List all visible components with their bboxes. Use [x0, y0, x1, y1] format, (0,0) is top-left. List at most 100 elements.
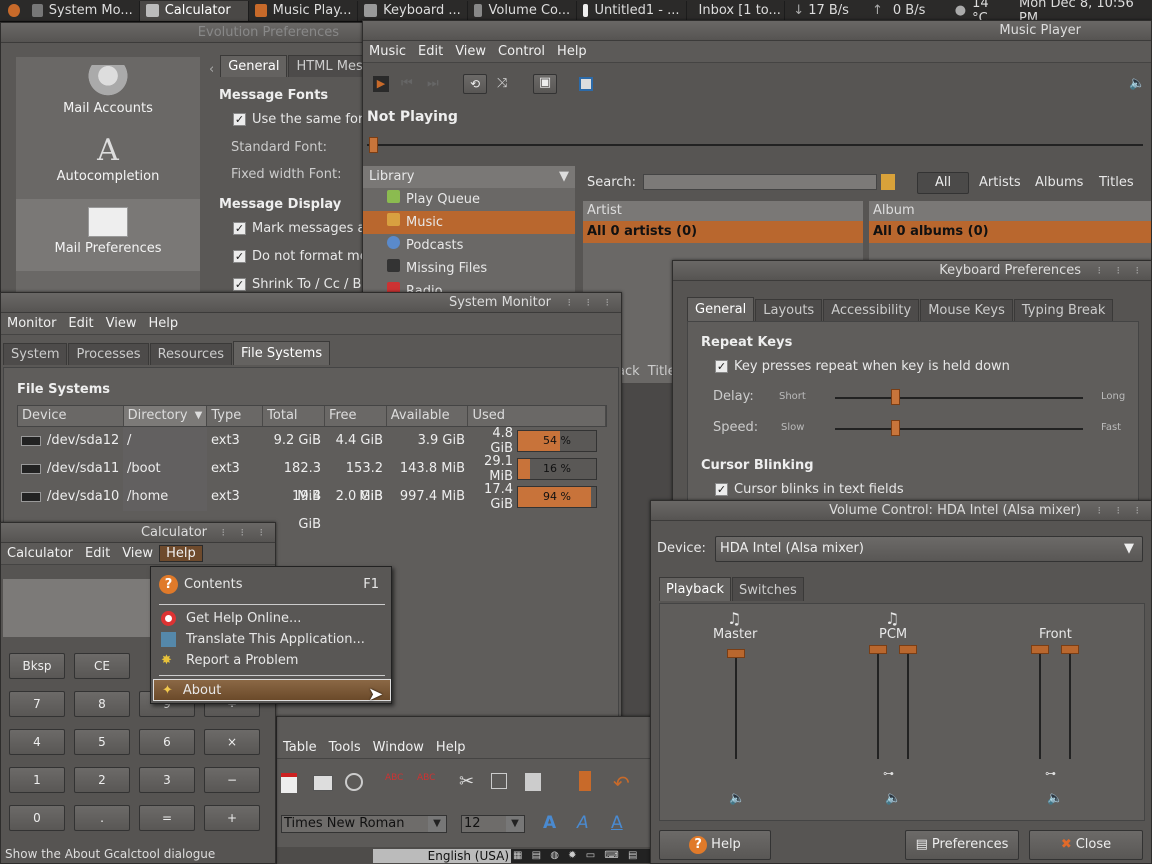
- volume-icon[interactable]: 🔈: [1129, 76, 1145, 91]
- delay-knob[interactable]: [890, 389, 900, 405]
- menu-calculator[interactable]: Calculator: [1, 546, 79, 561]
- master-knob[interactable]: [727, 649, 745, 658]
- menu-item-about[interactable]: ✦ About: [153, 679, 391, 701]
- zero-button[interactable]: 0: [9, 805, 65, 831]
- dropdown-icon[interactable]: ▼: [428, 816, 446, 832]
- tab-resources[interactable]: Resources: [149, 343, 232, 365]
- font-style-icon-2[interactable]: A: [577, 813, 589, 833]
- spellcheck-icon[interactable]: ABC: [385, 773, 403, 783]
- master-mute-icon[interactable]: 🔈: [729, 791, 745, 806]
- task-keyboard[interactable]: Keyboard ...: [358, 0, 468, 21]
- cursor-blink-option[interactable]: ✓ Cursor blinks in text fields: [715, 482, 904, 497]
- five-button[interactable]: 5: [74, 729, 130, 755]
- copy-icon[interactable]: [491, 773, 507, 789]
- speed-knob[interactable]: [890, 420, 900, 436]
- col-total[interactable]: Total: [263, 406, 325, 426]
- library-item-podcasts[interactable]: Podcasts: [363, 234, 575, 257]
- filter-albums[interactable]: Albums: [1035, 175, 1083, 190]
- menu-edit[interactable]: Edit: [412, 44, 449, 59]
- sidebar-item-mail-accounts[interactable]: Mail Accounts: [16, 57, 200, 129]
- pdf-icon[interactable]: [281, 773, 297, 793]
- pcm-slider-right[interactable]: [899, 645, 917, 759]
- evolution-titlebar[interactable]: Evolution Preferences: [1, 23, 379, 43]
- window-controls[interactable]: ⁝ ⁝ ⁝: [568, 293, 615, 313]
- seek-bar[interactable]: [367, 137, 1143, 153]
- preferences-button[interactable]: ▤ Preferences: [905, 830, 1019, 860]
- check-icon[interactable]: ✓: [233, 278, 246, 291]
- menu-item-get-help-online[interactable]: Get Help Online...: [161, 609, 301, 629]
- check-icon[interactable]: ✓: [715, 483, 728, 496]
- six-button[interactable]: 6: [139, 729, 195, 755]
- close-button[interactable]: ✖ Close: [1029, 830, 1143, 860]
- album-row[interactable]: All 0 albums (0): [869, 221, 1151, 243]
- check-icon[interactable]: ✓: [233, 222, 246, 235]
- two-button[interactable]: 2: [74, 767, 130, 793]
- library-selector[interactable]: Library ▼: [363, 166, 575, 188]
- sysmon-titlebar[interactable]: System Monitor ⁝ ⁝ ⁝: [1, 293, 621, 313]
- task-system-monitor[interactable]: System Mo...: [26, 0, 140, 21]
- eight-button[interactable]: 8: [74, 691, 130, 717]
- undo-icon[interactable]: ↶: [613, 771, 630, 795]
- col-directory[interactable]: Directory ▼: [123, 406, 208, 426]
- four-button[interactable]: 4: [9, 729, 65, 755]
- tab-system[interactable]: System: [3, 343, 68, 365]
- browser-icon[interactable]: [579, 77, 593, 91]
- system-menu-icon[interactable]: [8, 4, 20, 17]
- sidebar-item-autocompletion[interactable]: A Autocompletion: [16, 129, 200, 199]
- front-right-knob[interactable]: [1061, 645, 1079, 654]
- ce-button[interactable]: CE: [74, 653, 130, 679]
- task-writer[interactable]: Untitled1 - ...: [577, 0, 687, 21]
- font-style-icon-1[interactable]: A: [543, 813, 556, 833]
- task-evolution[interactable]: Inbox [1 to...: [687, 0, 786, 21]
- tab-switches[interactable]: Switches: [732, 577, 804, 601]
- device-select[interactable]: HDA Intel (Alsa mixer) ▼: [715, 536, 1143, 562]
- add-button[interactable]: +: [204, 805, 260, 831]
- menu-view[interactable]: View: [100, 316, 143, 331]
- seek-knob[interactable]: [369, 137, 378, 153]
- tab-general[interactable]: General: [687, 297, 755, 321]
- next-icon[interactable]: ⏭: [427, 76, 439, 91]
- music-titlebar[interactable]: Music Player: [363, 21, 1151, 41]
- keyboard-titlebar[interactable]: Keyboard Preferences ⁝ ⁝ ⁝: [673, 261, 1151, 281]
- front-lock-icon[interactable]: ⊶: [1045, 767, 1056, 780]
- table-row[interactable]: /dev/sda12/ ext3 9.2 GiB 4.4 GiB 3.9 GiB 4.8 …: [17, 426, 607, 456]
- task-volume-control[interactable]: Volume Co...: [468, 0, 578, 21]
- menu-music[interactable]: Music: [363, 44, 412, 59]
- search-input[interactable]: [643, 174, 877, 190]
- one-button[interactable]: 1: [9, 767, 65, 793]
- subtract-button[interactable]: −: [204, 767, 260, 793]
- task-music-player[interactable]: Music Play...: [249, 0, 359, 21]
- tab-typing-break[interactable]: Typing Break: [1013, 299, 1114, 321]
- pcm-slider-left[interactable]: [869, 645, 887, 759]
- check-icon[interactable]: ✓: [233, 250, 246, 263]
- menu-edit[interactable]: Edit: [79, 546, 116, 561]
- window-controls[interactable]: ⁝ ⁝ ⁝: [1098, 261, 1145, 281]
- previous-icon[interactable]: ⏮: [401, 76, 413, 91]
- tab-scroll-left-icon[interactable]: ‹: [209, 62, 214, 77]
- dropdown-icon[interactable]: ▼: [506, 816, 524, 832]
- tab-playback[interactable]: Playback: [659, 577, 732, 601]
- col-device[interactable]: Device: [18, 406, 124, 426]
- col-available[interactable]: Available: [387, 406, 469, 426]
- shuffle-icon[interactable]: ⤨: [497, 76, 507, 91]
- font-name-box[interactable]: Times New Roman ▼: [281, 815, 447, 833]
- sidebar-item-mail-preferences[interactable]: Mail Preferences: [16, 199, 200, 271]
- font-size-box[interactable]: 12 ▼: [461, 815, 525, 833]
- pcm-left-knob[interactable]: [869, 645, 887, 654]
- play-icon[interactable]: ▶: [373, 76, 389, 92]
- library-item-play-queue[interactable]: Play Queue: [363, 188, 575, 211]
- menu-view[interactable]: View: [449, 44, 492, 59]
- repeat-keys-option[interactable]: ✓ Key presses repeat when key is held dow…: [715, 359, 1010, 374]
- use-same-font-option[interactable]: ✓ Use the same for: [233, 112, 363, 127]
- clear-search-icon[interactable]: [881, 174, 895, 190]
- help-button[interactable]: ? Help: [659, 830, 771, 860]
- front-slider-left[interactable]: [1031, 645, 1049, 759]
- front-mute-icon[interactable]: 🔈: [1047, 791, 1063, 806]
- filter-titles[interactable]: Titles: [1099, 175, 1134, 190]
- task-calculator[interactable]: Calculator: [139, 0, 250, 21]
- menu-help[interactable]: Help: [430, 740, 472, 755]
- autospell-icon[interactable]: ABC: [417, 773, 435, 783]
- pcm-right-knob[interactable]: [899, 645, 917, 654]
- paste-icon[interactable]: [525, 773, 541, 791]
- pcm-lock-icon[interactable]: ⊶: [883, 767, 894, 780]
